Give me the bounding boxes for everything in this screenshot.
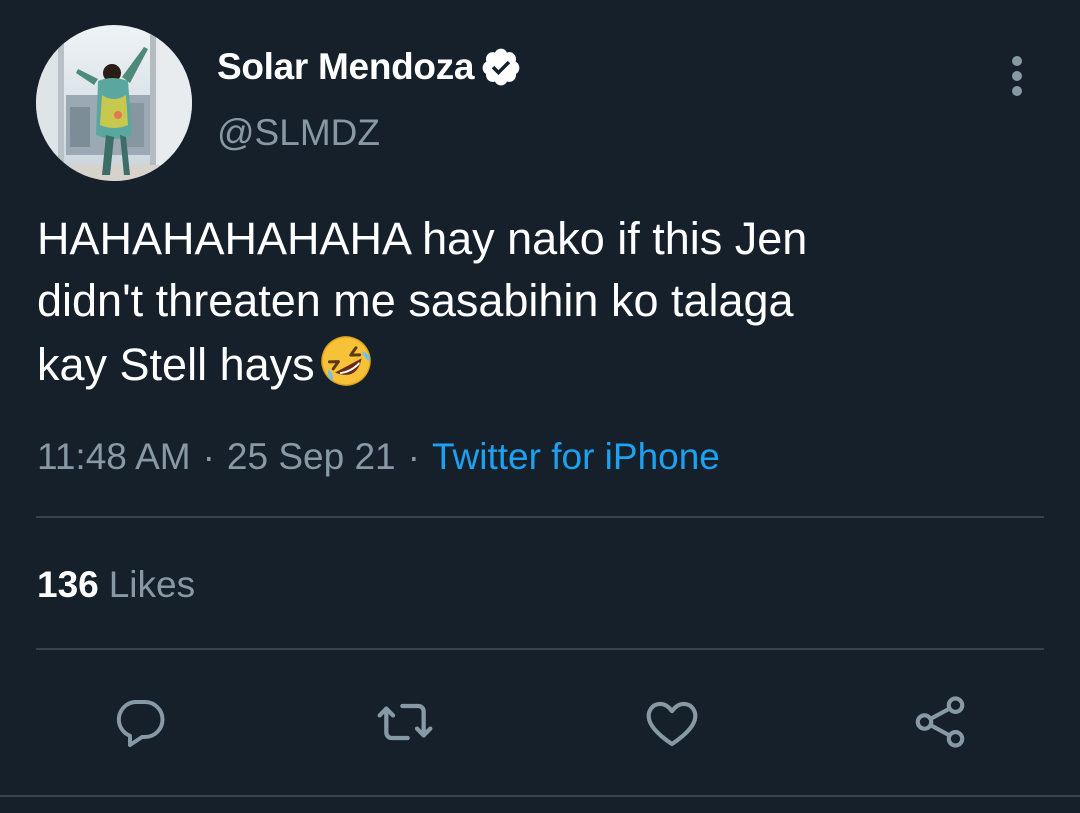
share-button[interactable] bbox=[908, 690, 972, 754]
author-name-row[interactable]: Solar Mendoza bbox=[217, 44, 522, 90]
author-handle[interactable]: @SLMDZ bbox=[217, 112, 380, 154]
tweet-text-line: kay Stell hays bbox=[37, 332, 1037, 396]
retweet-button[interactable] bbox=[373, 690, 437, 754]
retweet-icon bbox=[377, 703, 433, 741]
profile-photo-icon bbox=[36, 25, 192, 181]
tweet-source-link[interactable]: Twitter for iPhone bbox=[432, 436, 720, 477]
avatar[interactable] bbox=[36, 25, 192, 181]
likes-stat[interactable]: 136 Likes bbox=[37, 564, 195, 606]
tweet-text-line: didn't threaten me sasabihin ko talaga bbox=[37, 275, 794, 326]
more-options-icon[interactable] bbox=[1000, 56, 1034, 96]
display-name[interactable]: Solar Mendoza bbox=[217, 46, 475, 88]
likes-count: 136 bbox=[37, 564, 99, 605]
tweet-text-line: HAHAHAHAHAHA hay nako if this Jen bbox=[37, 213, 808, 264]
verified-badge-icon bbox=[480, 46, 522, 88]
likes-label: Likes bbox=[108, 564, 196, 605]
tweet-meta: 11:48 AM · 25 Sep 21 · Twitter for iPhone bbox=[37, 436, 720, 478]
tweet-date: 25 Sep 21 bbox=[226, 436, 396, 477]
divider bbox=[36, 516, 1044, 518]
more-dot bbox=[1012, 86, 1022, 96]
divider bbox=[0, 795, 1080, 797]
divider bbox=[36, 648, 1044, 650]
reply-button[interactable] bbox=[108, 690, 172, 754]
more-dot bbox=[1012, 71, 1022, 81]
more-dot bbox=[1012, 56, 1022, 66]
tweet-detail: Solar Mendoza @SLMDZ HAHAHAHAHAHA hay na… bbox=[0, 0, 1080, 813]
like-icon bbox=[646, 701, 698, 747]
meta-separator: · bbox=[202, 436, 215, 477]
tweet-text: HAHAHAHAHAHA hay nako if this Jen didn't… bbox=[37, 208, 1037, 396]
meta-separator: · bbox=[407, 436, 420, 477]
reply-icon bbox=[116, 700, 165, 747]
share-icon bbox=[915, 696, 965, 748]
tweet-time: 11:48 AM bbox=[37, 436, 191, 477]
rolling-on-the-floor-laughing-emoji-icon bbox=[317, 332, 375, 390]
tweet-text-segment: kay Stell hays bbox=[37, 339, 315, 390]
like-button[interactable] bbox=[640, 690, 704, 754]
